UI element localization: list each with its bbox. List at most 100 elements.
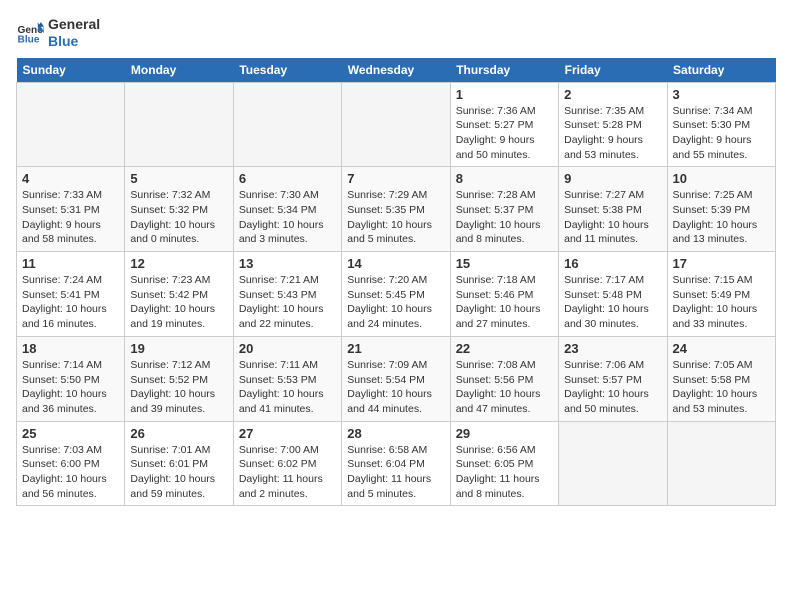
- calendar-cell: 12 Sunrise: 7:23 AMSunset: 5:42 PMDayligh…: [125, 252, 233, 337]
- day-number: 5: [130, 171, 227, 186]
- day-number: 4: [22, 171, 119, 186]
- day-info: Sunrise: 7:34 AMSunset: 5:30 PMDaylight:…: [673, 104, 770, 163]
- day-number: 13: [239, 256, 336, 271]
- day-info: Sunrise: 7:05 AMSunset: 5:58 PMDaylight:…: [673, 358, 770, 417]
- week-row-4: 18Sunrise: 7:14 AMSunset: 5:50 PMDayligh…: [17, 336, 776, 421]
- day-info: Sunrise: 7:11 AMSunset: 5:53 PMDaylight:…: [239, 358, 336, 417]
- day-info: Sunrise: 7:29 AMSunset: 5:35 PMDaylight:…: [347, 188, 444, 247]
- day-info: Sunrise: 7:17 AMSunset: 5:48 PMDaylight:…: [564, 273, 661, 332]
- calendar-cell: 16 Sunrise: 7:17 AMSunset: 5:48 PMDayligh…: [559, 252, 667, 337]
- calendar-cell: 19Sunrise: 7:12 AMSunset: 5:52 PMDayligh…: [125, 336, 233, 421]
- day-info: Sunrise: 7:21 AMSunset: 5:43 PMDaylight:…: [239, 273, 336, 332]
- calendar-cell: 13 Sunrise: 7:21 AMSunset: 5:43 PMDayligh…: [233, 252, 341, 337]
- logo-icon: General Blue: [16, 19, 44, 47]
- day-info: Sunrise: 7:24 AMSunset: 5:41 PMDaylight:…: [22, 273, 119, 332]
- calendar-cell: 22 Sunrise: 7:08 AMSunset: 5:56 PMDayligh…: [450, 336, 558, 421]
- calendar-cell: 25Sunrise: 7:03 AMSunset: 6:00 PMDayligh…: [17, 421, 125, 506]
- calendar-cell: [667, 421, 775, 506]
- day-info: Sunrise: 7:30 AMSunset: 5:34 PMDaylight:…: [239, 188, 336, 247]
- calendar-cell: [342, 82, 450, 167]
- day-number: 6: [239, 171, 336, 186]
- day-info: Sunrise: 7:35 AMSunset: 5:28 PMDaylight:…: [564, 104, 661, 163]
- logo-blue: Blue: [48, 33, 100, 50]
- calendar-cell: 7 Sunrise: 7:29 AMSunset: 5:35 PMDaylight…: [342, 167, 450, 252]
- day-info: Sunrise: 6:58 AMSunset: 6:04 PMDaylight:…: [347, 443, 444, 502]
- logo: General Blue General Blue: [16, 16, 100, 50]
- day-number: 1: [456, 87, 553, 102]
- calendar-table: SundayMondayTuesdayWednesdayThursdayFrid…: [16, 58, 776, 507]
- logo-general: General: [48, 16, 100, 33]
- day-info: Sunrise: 7:08 AMSunset: 5:56 PMDaylight:…: [456, 358, 553, 417]
- day-number: 8: [456, 171, 553, 186]
- day-number: 3: [673, 87, 770, 102]
- day-info: Sunrise: 7:33 AMSunset: 5:31 PMDaylight:…: [22, 188, 119, 247]
- day-number: 23: [564, 341, 661, 356]
- calendar-cell: 10 Sunrise: 7:25 AMSunset: 5:39 PMDayligh…: [667, 167, 775, 252]
- svg-text:Blue: Blue: [18, 34, 40, 45]
- day-info: Sunrise: 7:09 AMSunset: 5:54 PMDaylight:…: [347, 358, 444, 417]
- day-number: 21: [347, 341, 444, 356]
- week-row-2: 4 Sunrise: 7:33 AMSunset: 5:31 PMDaylight…: [17, 167, 776, 252]
- week-row-1: 1Sunrise: 7:36 AMSunset: 5:27 PMDaylight…: [17, 82, 776, 167]
- calendar-cell: 27Sunrise: 7:00 AMSunset: 6:02 PMDayligh…: [233, 421, 341, 506]
- day-info: Sunrise: 7:00 AMSunset: 6:02 PMDaylight:…: [239, 443, 336, 502]
- calendar-cell: 9 Sunrise: 7:27 AMSunset: 5:38 PMDaylight…: [559, 167, 667, 252]
- day-number: 22: [456, 341, 553, 356]
- day-number: 26: [130, 426, 227, 441]
- calendar-cell: 14 Sunrise: 7:20 AMSunset: 5:45 PMDayligh…: [342, 252, 450, 337]
- day-info: Sunrise: 7:28 AMSunset: 5:37 PMDaylight:…: [456, 188, 553, 247]
- day-number: 20: [239, 341, 336, 356]
- calendar-cell: 17Sunrise: 7:15 AMSunset: 5:49 PMDayligh…: [667, 252, 775, 337]
- calendar-cell: 11 Sunrise: 7:24 AMSunset: 5:41 PMDayligh…: [17, 252, 125, 337]
- calendar-cell: 5 Sunrise: 7:32 AMSunset: 5:32 PMDaylight…: [125, 167, 233, 252]
- calendar-cell: 4 Sunrise: 7:33 AMSunset: 5:31 PMDaylight…: [17, 167, 125, 252]
- day-number: 7: [347, 171, 444, 186]
- day-number: 9: [564, 171, 661, 186]
- day-number: 14: [347, 256, 444, 271]
- day-info: Sunrise: 7:01 AMSunset: 6:01 PMDaylight:…: [130, 443, 227, 502]
- day-number: 15: [456, 256, 553, 271]
- page-header: General Blue General Blue: [16, 16, 776, 50]
- day-number: 17: [673, 256, 770, 271]
- calendar-cell: [17, 82, 125, 167]
- day-info: Sunrise: 7:23 AMSunset: 5:42 PMDaylight:…: [130, 273, 227, 332]
- day-info: Sunrise: 7:20 AMSunset: 5:45 PMDaylight:…: [347, 273, 444, 332]
- calendar-cell: 3 Sunrise: 7:34 AMSunset: 5:30 PMDaylight…: [667, 82, 775, 167]
- calendar-cell: 24 Sunrise: 7:05 AMSunset: 5:58 PMDayligh…: [667, 336, 775, 421]
- calendar-cell: [125, 82, 233, 167]
- day-info: Sunrise: 7:25 AMSunset: 5:39 PMDaylight:…: [673, 188, 770, 247]
- day-info: Sunrise: 7:32 AMSunset: 5:32 PMDaylight:…: [130, 188, 227, 247]
- calendar-cell: 23 Sunrise: 7:06 AMSunset: 5:57 PMDayligh…: [559, 336, 667, 421]
- weekday-header-saturday: Saturday: [667, 58, 775, 83]
- calendar-cell: 2 Sunrise: 7:35 AMSunset: 5:28 PMDaylight…: [559, 82, 667, 167]
- day-number: 24: [673, 341, 770, 356]
- weekday-header-thursday: Thursday: [450, 58, 558, 83]
- week-row-5: 25Sunrise: 7:03 AMSunset: 6:00 PMDayligh…: [17, 421, 776, 506]
- day-number: 29: [456, 426, 553, 441]
- day-number: 11: [22, 256, 119, 271]
- day-number: 18: [22, 341, 119, 356]
- day-info: Sunrise: 7:27 AMSunset: 5:38 PMDaylight:…: [564, 188, 661, 247]
- calendar-cell: 28 Sunrise: 6:58 AMSunset: 6:04 PMDayligh…: [342, 421, 450, 506]
- calendar-cell: 8 Sunrise: 7:28 AMSunset: 5:37 PMDaylight…: [450, 167, 558, 252]
- calendar-cell: 26 Sunrise: 7:01 AMSunset: 6:01 PMDayligh…: [125, 421, 233, 506]
- calendar-cell: 29 Sunrise: 6:56 AMSunset: 6:05 PMDayligh…: [450, 421, 558, 506]
- weekday-header-friday: Friday: [559, 58, 667, 83]
- day-number: 10: [673, 171, 770, 186]
- day-info: Sunrise: 6:56 AMSunset: 6:05 PMDaylight:…: [456, 443, 553, 502]
- day-info: Sunrise: 7:03 AMSunset: 6:00 PMDaylight:…: [22, 443, 119, 502]
- calendar-cell: [233, 82, 341, 167]
- day-number: 16: [564, 256, 661, 271]
- day-number: 12: [130, 256, 227, 271]
- weekday-header-wednesday: Wednesday: [342, 58, 450, 83]
- day-number: 28: [347, 426, 444, 441]
- calendar-cell: 20 Sunrise: 7:11 AMSunset: 5:53 PMDayligh…: [233, 336, 341, 421]
- day-info: Sunrise: 7:06 AMSunset: 5:57 PMDaylight:…: [564, 358, 661, 417]
- day-info: Sunrise: 7:18 AMSunset: 5:46 PMDaylight:…: [456, 273, 553, 332]
- weekday-header-monday: Monday: [125, 58, 233, 83]
- day-number: 19: [130, 341, 227, 356]
- weekday-header-row: SundayMondayTuesdayWednesdayThursdayFrid…: [17, 58, 776, 83]
- day-number: 2: [564, 87, 661, 102]
- weekday-header-tuesday: Tuesday: [233, 58, 341, 83]
- week-row-3: 11 Sunrise: 7:24 AMSunset: 5:41 PMDayligh…: [17, 252, 776, 337]
